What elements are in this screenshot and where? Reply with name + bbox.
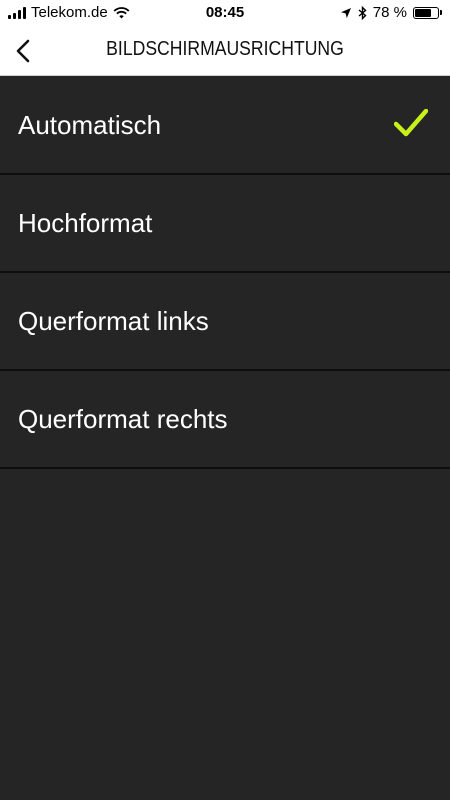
option-label: Automatisch: [18, 109, 162, 140]
battery-icon: [413, 6, 439, 19]
option-landscape-right[interactable]: Querformat rechts: [0, 371, 450, 469]
option-label: Querformat rechts: [18, 403, 228, 434]
option-label: Querformat links: [18, 305, 209, 336]
option-landscape-left[interactable]: Querformat links: [0, 273, 450, 371]
bluetooth-icon: [358, 5, 367, 20]
option-portrait[interactable]: Hochformat: [0, 175, 450, 273]
option-automatic[interactable]: Automatisch: [0, 77, 450, 175]
checkmark-icon: [394, 109, 428, 137]
battery-tip: [440, 10, 442, 15]
status-bar: Telekom.de 08:45 78 %: [0, 0, 450, 26]
page-title: BILDSCHIRMAUSRICHTUNG: [106, 38, 344, 60]
option-label: Hochformat: [18, 207, 153, 238]
battery-fill: [415, 8, 431, 17]
navigation-bar: BILDSCHIRMAUSRICHTUNG: [0, 26, 450, 76]
location-arrow-icon: [340, 7, 351, 18]
battery-percentage: 78 %: [372, 4, 407, 21]
status-right: 78 %: [340, 4, 442, 21]
orientation-options-list: Automatisch Hochformat Querformat links …: [0, 77, 450, 469]
